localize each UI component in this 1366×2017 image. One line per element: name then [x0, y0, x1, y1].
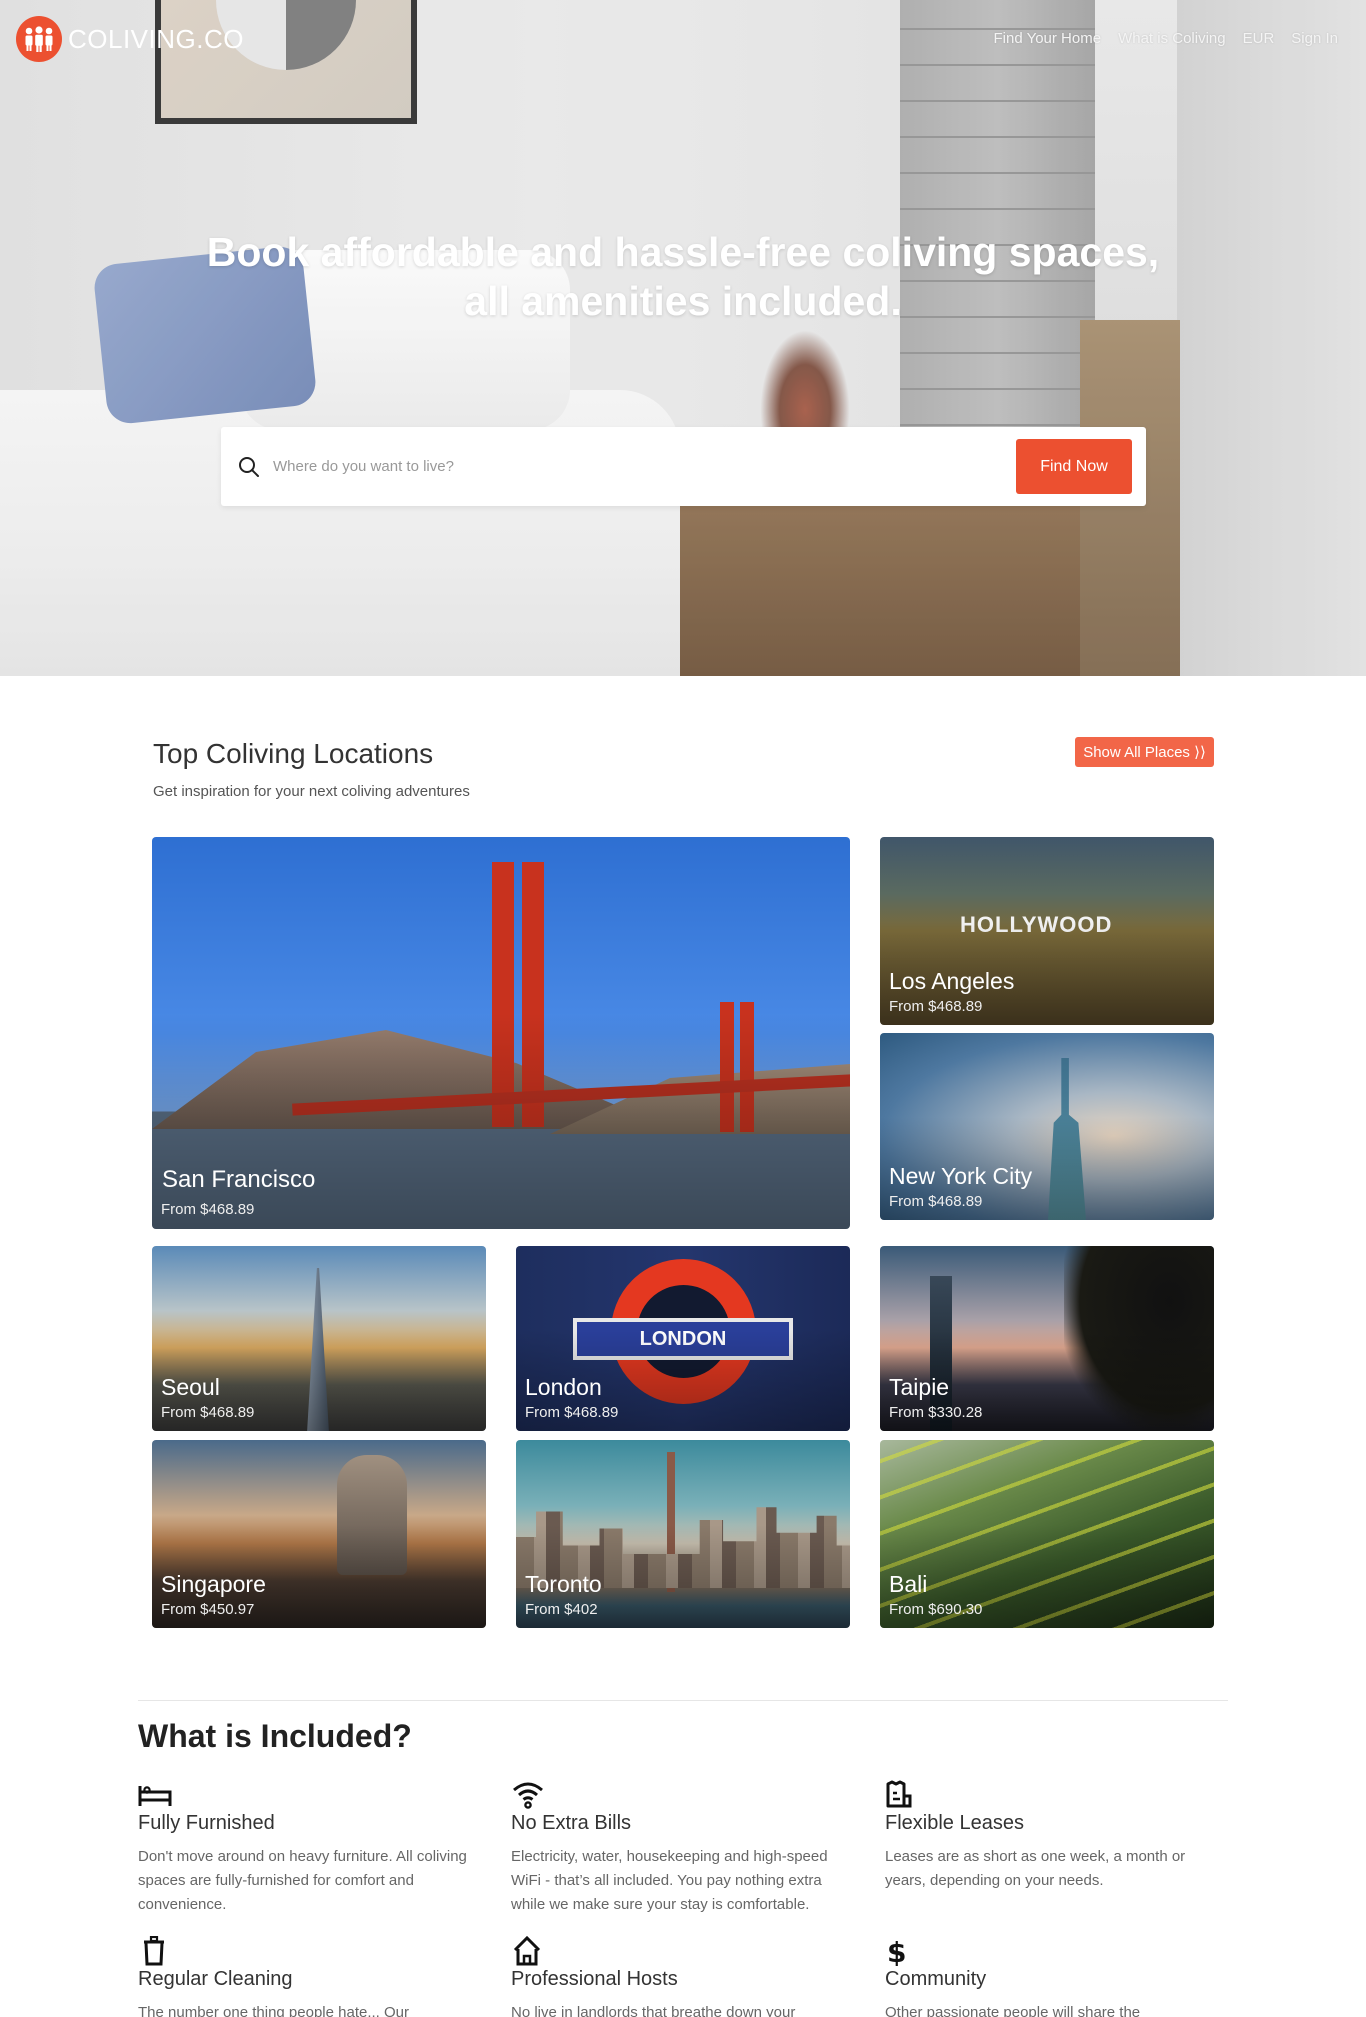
logo[interactable]: COLIVING.CO: [16, 16, 244, 62]
nav-find-your-home[interactable]: Find Your Home: [994, 30, 1102, 47]
city-name: Taipie: [889, 1374, 950, 1400]
feature-desc: Don't move around on heavy furniture. Al…: [138, 1848, 467, 1913]
section-divider: [138, 1700, 1228, 1701]
search-bar: Find Now: [221, 427, 1146, 506]
location-card-taipie[interactable]: Taipie From $330.28: [880, 1246, 1214, 1431]
location-card-bali[interactable]: Bali From $690.30: [880, 1440, 1214, 1628]
city-name: Toronto: [525, 1571, 602, 1597]
city-name: Los Angeles: [889, 968, 1015, 994]
city-price: From $468.89: [889, 998, 983, 1015]
section-title: Top Coliving Locations: [153, 738, 434, 769]
svg-text:$: $: [887, 1936, 906, 1966]
feature-name: Professional Hosts: [511, 1968, 678, 1990]
hero-title: Book affordable and hassle-free coliving…: [206, 229, 1160, 324]
city-price: From $468.89: [161, 1404, 255, 1421]
nav-sign-in[interactable]: Sign In: [1291, 30, 1338, 47]
city-price: From $468.89: [161, 1201, 255, 1218]
brand-name: COLIVING.CO: [68, 23, 244, 54]
included-title: What is Included?: [138, 1718, 412, 1754]
city-name: London: [525, 1374, 602, 1400]
bed-icon: [138, 1786, 172, 1806]
city-price: From $402: [525, 1601, 598, 1618]
feature-desc: Leases are as short as one week, a month…: [885, 1848, 1186, 1889]
city-name: New York City: [889, 1163, 1033, 1189]
people-icon: [16, 16, 62, 62]
city-price: From $330.28: [889, 1404, 983, 1421]
location-card-new-york-city[interactable]: New York City From $468.89: [880, 1033, 1214, 1220]
location-card-seoul[interactable]: Seoul From $468.89: [152, 1246, 486, 1431]
nav-what-is-coliving[interactable]: What is Coliving: [1118, 30, 1226, 47]
wifi-icon: [513, 1782, 543, 1809]
show-all-places-button[interactable]: Show All Places ⟩⟩: [1075, 737, 1214, 767]
location-card-london[interactable]: LONDON London From $468.89: [516, 1246, 850, 1431]
city-price: From $450.97: [161, 1601, 255, 1618]
feature-no-extra-bills: No Extra Bills Electricity, water, house…: [511, 1780, 851, 1917]
city-price: From $468.89: [889, 1193, 983, 1210]
trash-icon: [144, 1936, 164, 1966]
search-icon: [239, 456, 259, 477]
city-price: From $468.89: [525, 1404, 619, 1421]
city-name: Seoul: [161, 1374, 220, 1400]
feature-name: Fully Furnished: [138, 1812, 275, 1834]
house-icon: [513, 1936, 541, 1966]
feature-fully-furnished: Fully Furnished Don't move around on hea…: [138, 1780, 478, 1917]
feature-name: Flexible Leases: [885, 1812, 1024, 1834]
find-now-button[interactable]: Find Now: [1016, 439, 1132, 494]
feature-flexible-leases: Flexible Leases Leases are as short as o…: [885, 1780, 1225, 1893]
location-card-san-francisco[interactable]: San Francisco From $468.89: [152, 837, 850, 1229]
feature-desc: Electricity, water, housekeeping and hig…: [511, 1848, 828, 1913]
feature-desc: The number one thing people hate... Our: [138, 2004, 410, 2017]
city-name: Singapore: [161, 1571, 266, 1597]
feature-desc: Other passionate people will share the: [885, 2004, 1141, 2017]
feature-regular-cleaning: Regular Cleaning The number one thing pe…: [138, 1936, 478, 2017]
receipt-icon: [886, 1780, 912, 1808]
nav-currency[interactable]: EUR: [1243, 30, 1275, 47]
city-name: San Francisco: [162, 1166, 316, 1193]
location-card-singapore[interactable]: Singapore From $450.97: [152, 1440, 486, 1628]
section-subtitle: Get inspiration for your next coliving a…: [153, 783, 470, 800]
city-price: From $690.30: [889, 1601, 983, 1618]
location-search-input[interactable]: [273, 458, 1016, 475]
feature-name: No Extra Bills: [511, 1812, 632, 1834]
location-card-los-angeles[interactable]: HOLLYWOOD Los Angeles From $468.89: [880, 837, 1214, 1025]
feature-name: Community: [885, 1968, 987, 1990]
main-nav: Find Your Home What is Coliving EUR Sign…: [994, 30, 1339, 47]
feature-professional-hosts: Professional Hosts No live in landlords …: [511, 1936, 851, 2017]
city-name: Bali: [889, 1571, 928, 1597]
hero-section: COLIVING.CO Find Your Home What is Coliv…: [0, 0, 1366, 676]
dollar-icon: $: [887, 1936, 906, 1966]
feature-community: $ Community Other passionate people will…: [885, 1936, 1225, 2017]
feature-name: Regular Cleaning: [138, 1968, 293, 1990]
feature-desc: No live in landlords that breathe down y…: [511, 2004, 796, 2017]
location-card-toronto[interactable]: Toronto From $402: [516, 1440, 850, 1628]
